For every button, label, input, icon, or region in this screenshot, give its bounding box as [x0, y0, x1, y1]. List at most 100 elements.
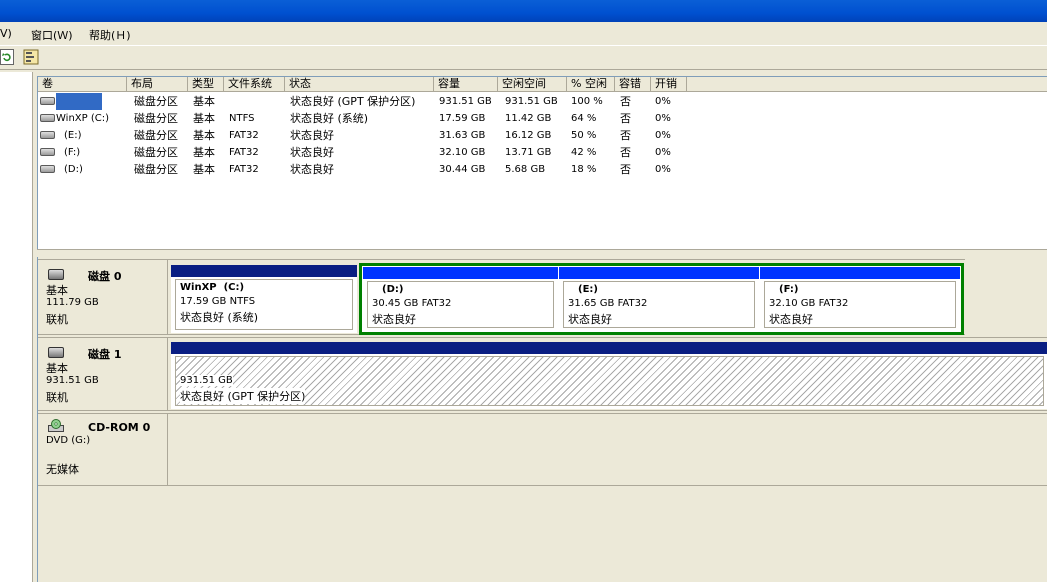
- cell-pct-free: 42 %: [571, 147, 597, 158]
- partition-f-box: (F:) 32.10 GB FAT32 状态良好: [764, 281, 956, 328]
- partition-size: 931.51 GB: [180, 375, 233, 386]
- cell-volume-name: WinXP (C:): [56, 113, 109, 124]
- col-header-free[interactable]: 空闲空间: [498, 77, 567, 92]
- cell-capacity: 30.44 GB: [439, 164, 486, 175]
- cell-fault-tolerance: 否: [620, 129, 631, 142]
- table-row[interactable]: (F:) 磁盘分区 基本 FAT32 状态良好 32.10 GB 13.71 G…: [38, 144, 1047, 161]
- cdrom-0-drive: DVD (G:): [46, 435, 91, 446]
- table-row[interactable]: 磁盘分区 基本 状态良好 (GPT 保护分区) 931.51 GB 931.51…: [38, 93, 1047, 110]
- cell-free: 13.71 GB: [505, 147, 552, 158]
- cell-free: 931.51 GB: [505, 96, 558, 107]
- cell-fault-tolerance: 否: [620, 163, 631, 176]
- cell-status: 状态良好: [290, 129, 334, 142]
- disk-1-partitions: 931.51 GB 状态良好 (GPT 保护分区): [168, 337, 1047, 411]
- cell-overhead: 0%: [655, 130, 671, 141]
- partition-status: 状态良好 (GPT 保护分区): [180, 388, 306, 404]
- partition-d[interactable]: (D:) 30.45 GB FAT32 状态良好: [363, 267, 558, 331]
- cell-volume-name: [56, 93, 102, 110]
- cell-capacity: 931.51 GB: [439, 96, 492, 107]
- col-header-capacity[interactable]: 容量: [434, 77, 498, 92]
- cell-layout: 磁盘分区: [134, 129, 178, 142]
- cell-layout: 磁盘分区: [134, 95, 178, 108]
- volume-icon: [40, 97, 55, 105]
- partition-size: 17.59 GB NTFS: [180, 296, 256, 307]
- menu-help[interactable]: 帮助(Ｈ): [89, 27, 131, 43]
- cell-status: 状态良好 (GPT 保护分区): [290, 95, 416, 108]
- partition-f[interactable]: (F:) 32.10 GB FAT32 状态良好: [760, 267, 960, 331]
- partition-gpt-box: 931.51 GB 状态良好 (GPT 保护分区): [175, 356, 1044, 406]
- partition-e[interactable]: (E:) 31.65 GB FAT32 状态良好: [559, 267, 759, 331]
- disk-0-size: 111.79 GB: [46, 297, 99, 308]
- cell-layout: 磁盘分区: [134, 112, 178, 125]
- logical-drive-bar: [559, 267, 759, 279]
- hard-disk-icon: [48, 347, 64, 358]
- cell-type: 基本: [193, 129, 215, 142]
- cell-layout: 磁盘分区: [134, 163, 178, 176]
- cdrom-0-label[interactable]: CD-ROM 0 DVD (G:) 无媒体: [38, 413, 168, 486]
- partition-name: (F:): [779, 284, 799, 295]
- toolbar: [0, 46, 1047, 70]
- disk-1-label[interactable]: 磁盘 1 基本 931.51 GB 联机: [38, 337, 168, 411]
- cell-status: 状态良好: [290, 146, 334, 159]
- volume-icon: [40, 148, 55, 156]
- refresh-icon[interactable]: [0, 49, 18, 67]
- cell-overhead: 0%: [655, 147, 671, 158]
- cdrom-icon: [48, 419, 64, 432]
- cell-layout: 磁盘分区: [134, 146, 178, 159]
- hard-disk-icon: [48, 269, 64, 280]
- disk-0-partitions: WinXP (C:) 17.59 GB NTFS 状态良好 (系统) (D:) …: [168, 259, 965, 335]
- cell-fault-tolerance: 否: [620, 95, 631, 108]
- cell-volume-name: (D:): [64, 164, 83, 175]
- properties-icon[interactable]: [23, 49, 41, 67]
- partition-name: (D:): [382, 284, 404, 295]
- cell-capacity: 17.59 GB: [439, 113, 486, 124]
- disk-graphical-view[interactable]: 磁盘 0 基本 111.79 GB 联机 WinXP (C:) 17.59 GB…: [37, 257, 1047, 582]
- cell-volume-name: (E:): [64, 130, 82, 141]
- cell-filesystem: FAT32: [229, 164, 259, 175]
- cell-overhead: 0%: [655, 164, 671, 175]
- cell-pct-free: 64 %: [571, 113, 597, 124]
- partition-status: 状态良好: [769, 313, 813, 326]
- cell-pct-free: 18 %: [571, 164, 597, 175]
- extended-partition: (D:) 30.45 GB FAT32 状态良好 (E:) 31.65 GB F…: [359, 263, 964, 335]
- cdrom-0-state: 无媒体: [46, 463, 79, 476]
- col-header-type[interactable]: 类型: [188, 77, 224, 92]
- logical-drive-bar: [760, 267, 960, 279]
- menu-window[interactable]: 窗口(Ｗ): [31, 27, 73, 43]
- title-bar: [0, 0, 1047, 22]
- volume-icon: [40, 114, 55, 122]
- partition-status: 状态良好 (系统): [180, 311, 259, 324]
- cell-free: 16.12 GB: [505, 130, 552, 141]
- col-header-fault-tolerance[interactable]: 容错: [615, 77, 651, 92]
- cell-overhead: 0%: [655, 96, 671, 107]
- col-header-overhead[interactable]: 开销: [651, 77, 687, 92]
- disk-1-size: 931.51 GB: [46, 375, 99, 386]
- cell-capacity: 31.63 GB: [439, 130, 486, 141]
- col-header-status[interactable]: 状态: [285, 77, 434, 92]
- col-header-layout[interactable]: 布局: [127, 77, 188, 92]
- cell-pct-free: 50 %: [571, 130, 597, 141]
- col-header-pct-free[interactable]: % 空闲: [567, 77, 615, 92]
- volume-list-header: 卷 布局 类型 文件系统 状态 容量 空闲空间 % 空闲 容错 开销: [38, 77, 1047, 92]
- cell-filesystem: FAT32: [229, 147, 259, 158]
- volume-list[interactable]: 卷 布局 类型 文件系统 状态 容量 空闲空间 % 空闲 容错 开销 磁盘分区 …: [37, 76, 1047, 249]
- col-header-volume[interactable]: 卷: [38, 77, 127, 92]
- cell-type: 基本: [193, 95, 215, 108]
- pane-splitter[interactable]: [37, 249, 1047, 257]
- col-header-filesystem[interactable]: 文件系统: [224, 77, 285, 92]
- table-row[interactable]: (D:) 磁盘分区 基本 FAT32 状态良好 30.44 GB 5.68 GB…: [38, 161, 1047, 178]
- menu-view-partial[interactable]: Ⅴ): [0, 27, 12, 40]
- disk-0-label[interactable]: 磁盘 0 基本 111.79 GB 联机: [38, 259, 168, 335]
- table-row[interactable]: WinXP (C:) 磁盘分区 基本 NTFS 状态良好 (系统) 17.59 …: [38, 110, 1047, 127]
- partition-gpt-protective[interactable]: 931.51 GB 状态良好 (GPT 保护分区): [171, 342, 1047, 409]
- table-row[interactable]: (E:) 磁盘分区 基本 FAT32 状态良好 31.63 GB 16.12 G…: [38, 127, 1047, 144]
- partition-size: 30.45 GB FAT32: [372, 298, 452, 309]
- partition-c-box: WinXP (C:) 17.59 GB NTFS 状态良好 (系统): [175, 279, 353, 330]
- primary-partition-bar: [171, 265, 357, 277]
- cell-type: 基本: [193, 112, 215, 125]
- disk-1-title: 磁盘 1: [88, 348, 122, 361]
- tree-pane[interactable]: [0, 72, 33, 582]
- disk-0-state: 联机: [46, 313, 68, 326]
- disk-0-type: 基本: [46, 284, 68, 297]
- partition-c[interactable]: WinXP (C:) 17.59 GB NTFS 状态良好 (系统): [171, 265, 357, 333]
